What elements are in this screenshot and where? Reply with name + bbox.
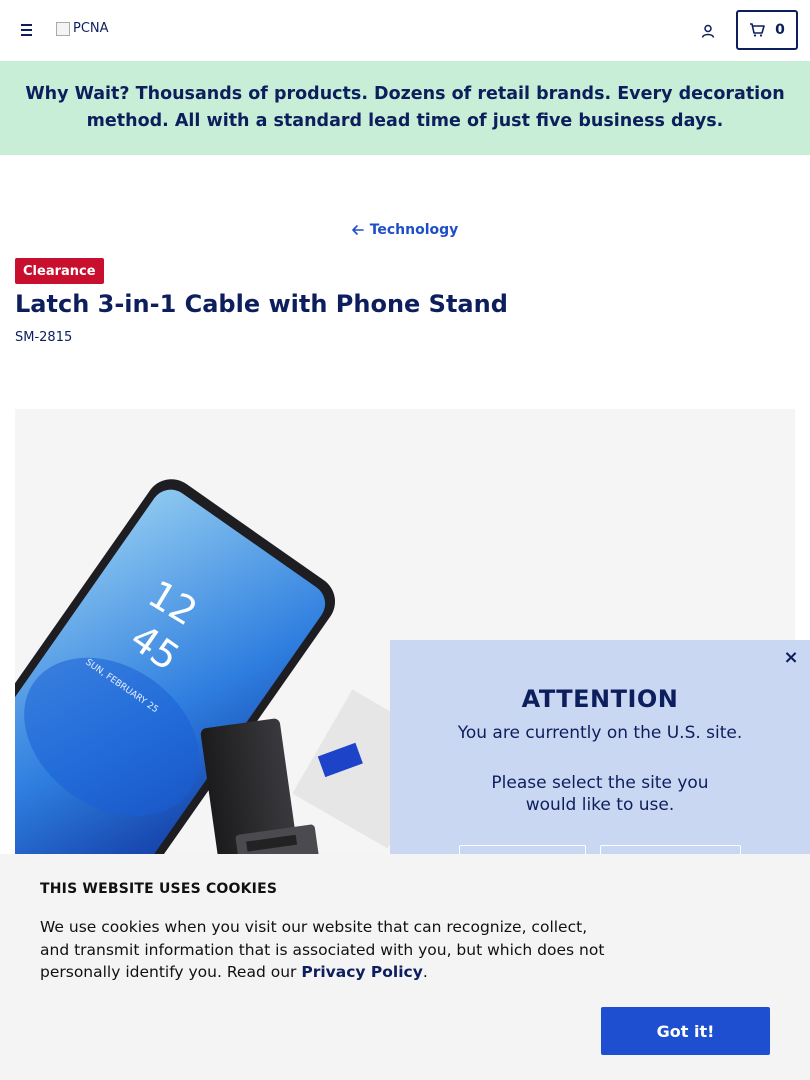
broken-image-icon xyxy=(56,21,70,36)
product-sku: SM-2815 xyxy=(15,330,73,345)
breadcrumb-label: Technology xyxy=(369,222,459,238)
cart-icon xyxy=(750,23,765,37)
privacy-policy-link[interactable]: Privacy Policy xyxy=(301,963,423,981)
arrow-left-icon xyxy=(351,225,364,235)
logo-alt-text: PCNA xyxy=(73,21,109,36)
close-modal-button[interactable]: × xyxy=(782,646,800,668)
cookie-message: We use cookies when you visit our websit… xyxy=(40,916,620,984)
modal-title: ATTENTION xyxy=(521,685,679,713)
breadcrumb-technology-link[interactable]: Technology xyxy=(351,222,459,238)
clearance-badge: Clearance xyxy=(15,258,104,284)
promo-banner: Why Wait? Thousands of products. Dozens … xyxy=(0,61,810,155)
cart-button[interactable]: 0 xyxy=(736,10,798,50)
promo-lead: Why Wait? xyxy=(25,84,130,104)
modal-select-text: Please select the site you would like to… xyxy=(491,773,709,815)
hamburger-icon xyxy=(21,24,32,36)
cart-count: 0 xyxy=(775,22,785,38)
pcna-logo[interactable]: PCNA xyxy=(56,21,109,36)
account-button[interactable] xyxy=(697,20,719,42)
cookie-title: THIS WEBSITE USES COOKIES xyxy=(40,881,278,897)
cookie-banner: THIS WEBSITE USES COOKIES We use cookies… xyxy=(0,854,810,1080)
promo-body: Thousands of products. Dozens of retail … xyxy=(86,84,785,131)
user-icon xyxy=(701,24,715,38)
promo-text: Why Wait? Thousands of products. Dozens … xyxy=(14,81,796,135)
site-header: PCNA 0 xyxy=(0,0,810,61)
accept-cookies-button[interactable]: Got it! xyxy=(601,1007,770,1055)
cookie-period: . xyxy=(422,963,428,981)
breadcrumb: Technology xyxy=(0,222,810,238)
menu-button[interactable] xyxy=(18,20,38,40)
modal-current-site-text: You are currently on the U.S. site. xyxy=(457,723,743,743)
product-title: Latch 3-in-1 Cable with Phone Stand xyxy=(15,290,508,318)
close-icon: × xyxy=(783,646,799,668)
